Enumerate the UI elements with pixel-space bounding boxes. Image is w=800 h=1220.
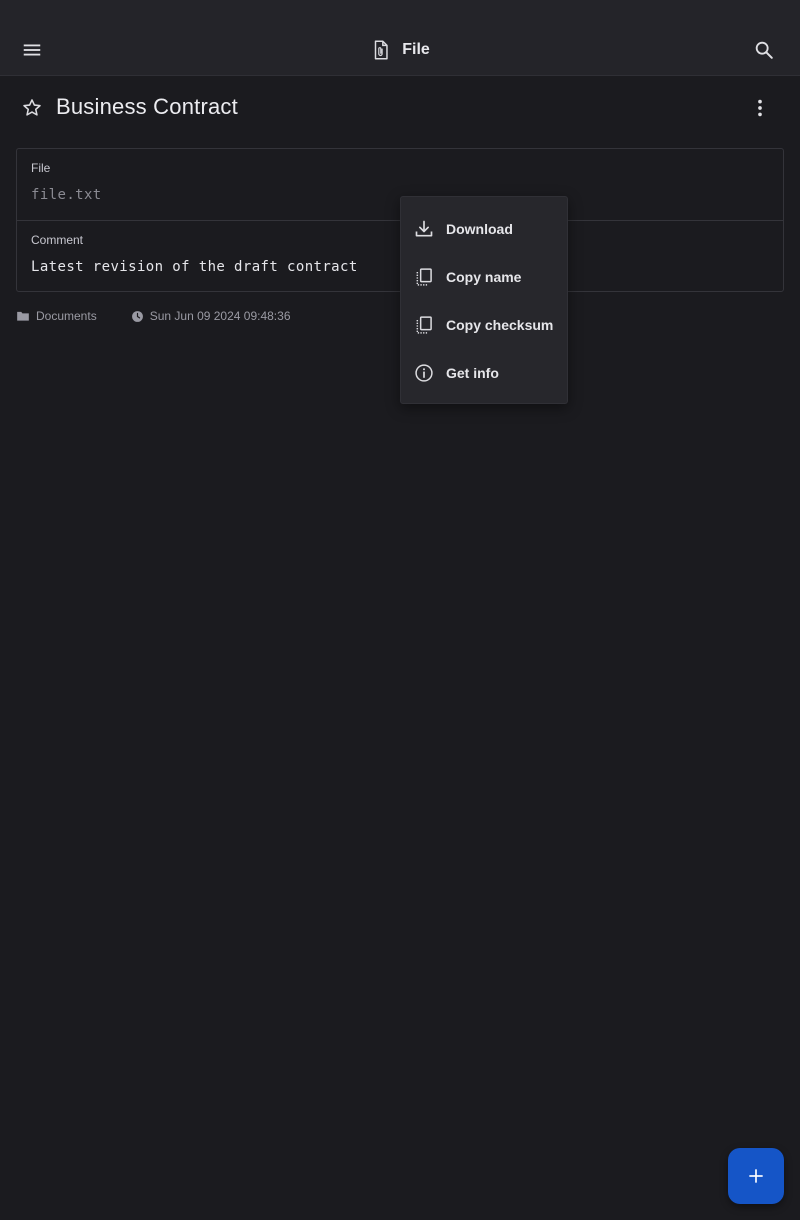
menu-item-label: Download	[446, 221, 513, 237]
search-icon	[755, 41, 773, 59]
info-icon	[415, 364, 433, 382]
context-menu: Download Copy name Copy checksum Get inf…	[400, 196, 568, 404]
menu-item-copy-checksum[interactable]: Copy checksum	[401, 301, 567, 349]
menu-item-label: Copy checksum	[446, 317, 554, 333]
star-outline-icon	[23, 99, 41, 116]
file-field-label: File	[31, 161, 51, 175]
document-title: Business Contract	[56, 94, 238, 119]
file-attachment-icon	[374, 40, 388, 60]
favorite-button[interactable]	[16, 92, 48, 124]
plus-icon	[749, 1169, 763, 1183]
search-button[interactable]	[746, 32, 782, 68]
menu-item-label: Get info	[446, 365, 499, 381]
more-vertical-icon	[758, 99, 762, 117]
add-fab-button[interactable]	[728, 1148, 784, 1204]
menu-item-get-info[interactable]: Get info	[401, 349, 567, 397]
app-bar-title-text: File	[402, 41, 430, 58]
folder-icon	[17, 311, 29, 321]
metadata-row: Documents Sun Jun 09 2024 09:48:36	[16, 306, 291, 326]
menu-item-label: Copy name	[446, 269, 522, 285]
folder-link[interactable]: Documents	[16, 309, 97, 323]
more-options-button[interactable]	[744, 92, 776, 124]
folder-label: Documents	[36, 309, 97, 323]
timestamp: Sun Jun 09 2024 09:48:36	[131, 309, 291, 323]
copy-icon	[416, 316, 432, 334]
menu-item-download[interactable]: Download	[401, 205, 567, 253]
copy-icon	[416, 268, 432, 286]
timestamp-label: Sun Jun 09 2024 09:48:36	[149, 309, 291, 323]
download-icon	[415, 220, 433, 237]
app-bar-title: File	[0, 36, 800, 64]
menu-item-copy-name[interactable]: Copy name	[401, 253, 567, 301]
top-app-bar: File	[0, 0, 800, 76]
document-header: Business Contract	[0, 76, 800, 140]
clock-icon	[131, 310, 143, 322]
